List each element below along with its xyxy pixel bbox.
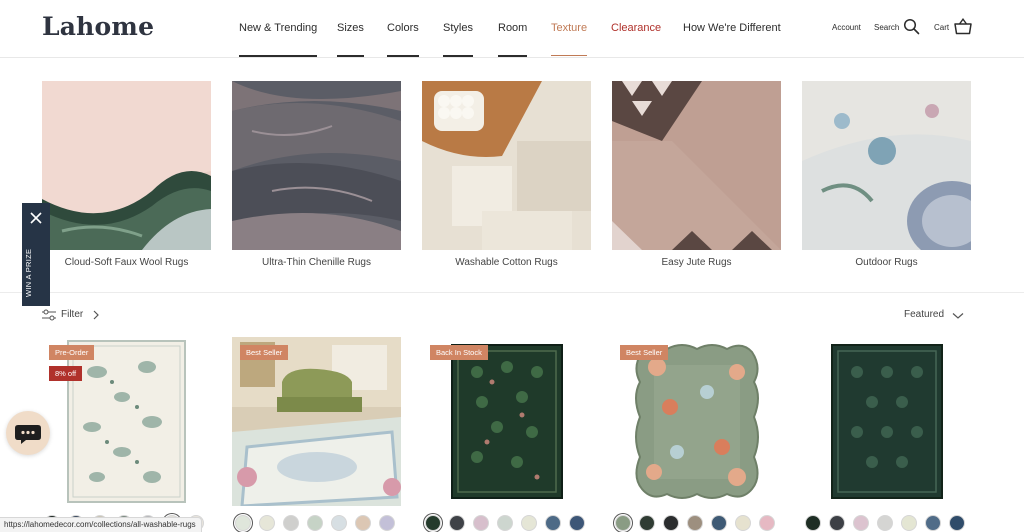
category-label: Cloud-Soft Faux Wool Rugs — [64, 257, 189, 268]
search-link[interactable]: Search — [874, 23, 899, 32]
product-badge: Best Seller — [620, 345, 669, 360]
color-swatch[interactable] — [949, 515, 965, 531]
filter-sliders-icon — [42, 309, 56, 321]
category-image-outdoor — [802, 81, 971, 250]
cart-icon[interactable] — [954, 18, 972, 35]
nav-sizes[interactable]: Sizes — [337, 22, 364, 57]
color-swatch[interactable] — [521, 515, 537, 531]
color-swatch[interactable] — [473, 515, 489, 531]
nav-underline — [337, 55, 364, 57]
color-swatch-selected[interactable] — [235, 515, 251, 531]
product-image — [612, 337, 781, 506]
color-swatch[interactable] — [639, 515, 655, 531]
color-swatch[interactable] — [805, 515, 821, 531]
account-link[interactable]: Account — [832, 23, 861, 32]
nav-underline — [498, 55, 528, 57]
color-swatch[interactable] — [711, 515, 727, 531]
nav-underline — [239, 55, 318, 57]
product-image — [802, 337, 971, 506]
nav-sizes-label: Sizes — [337, 22, 364, 34]
nav-colors-label: Colors — [387, 22, 419, 34]
nav-underline — [443, 55, 473, 57]
product-image — [422, 337, 591, 506]
color-swatch[interactable] — [925, 515, 941, 531]
search-icon[interactable] — [903, 18, 920, 35]
chat-bubble-icon — [15, 425, 41, 444]
chevron-down-icon — [952, 313, 964, 319]
product-image — [42, 337, 211, 506]
color-swatch[interactable] — [853, 515, 869, 531]
cart-link[interactable]: Cart — [934, 23, 949, 32]
color-swatch[interactable] — [545, 515, 561, 531]
nav-styles-label: Styles — [443, 22, 473, 34]
category-label: Ultra-Thin Chenille Rugs — [262, 257, 371, 268]
nav-clearance-label: Clearance — [611, 22, 662, 34]
color-swatch[interactable] — [307, 515, 323, 531]
category-card-faux-wool[interactable]: Cloud-Soft Faux Wool Rugs — [42, 81, 211, 268]
color-swatch[interactable] — [829, 515, 845, 531]
site-logo[interactable]: Lahome — [42, 12, 154, 41]
color-swatch[interactable] — [259, 515, 275, 531]
site-header: Lahome New & Trending Sizes Colors Style… — [0, 0, 1024, 58]
nav-underline — [387, 55, 419, 57]
nav-texture-label: Texture — [551, 22, 588, 34]
discount-badge: 8% off — [49, 366, 83, 381]
nav-clearance[interactable]: Clearance — [611, 22, 661, 34]
color-swatch[interactable] — [379, 515, 395, 531]
color-swatch[interactable] — [687, 515, 703, 531]
product-badge: Best Seller — [240, 345, 289, 360]
nav-colors[interactable]: Colors — [387, 22, 419, 57]
color-swatch[interactable] — [569, 515, 585, 531]
product-badge: Back In Stock — [430, 345, 488, 360]
nav-new-trending-label: New & Trending — [239, 22, 318, 34]
category-card-jute[interactable]: Easy Jute Rugs — [612, 81, 781, 268]
filter-label: Filter — [61, 309, 84, 320]
product-card[interactable]: Pre-Order 8% off — [42, 337, 211, 506]
color-swatch[interactable] — [735, 515, 751, 531]
color-swatch[interactable] — [877, 515, 893, 531]
product-badge: Pre-Order — [49, 345, 95, 360]
chevron-right-icon — [93, 310, 99, 320]
chat-launcher-button[interactable] — [6, 411, 50, 455]
category-label: Easy Jute Rugs — [661, 257, 732, 268]
category-image-cotton — [422, 81, 591, 250]
section-divider — [0, 292, 1024, 293]
category-image-faux-wool — [42, 81, 211, 250]
nav-texture[interactable]: Texture — [551, 22, 588, 56]
nav-styles[interactable]: Styles — [443, 22, 473, 57]
color-swatch-selected[interactable] — [425, 515, 441, 531]
nav-how-different[interactable]: How We're Different — [683, 22, 781, 34]
category-card-outdoor[interactable]: Outdoor Rugs — [802, 81, 971, 268]
color-swatch[interactable] — [663, 515, 679, 531]
nav-active-underline — [551, 55, 588, 56]
color-swatch-selected[interactable] — [615, 515, 631, 531]
category-image-jute — [612, 81, 781, 250]
color-swatch[interactable] — [901, 515, 917, 531]
close-icon[interactable] — [30, 212, 42, 224]
product-image — [232, 337, 401, 508]
nav-room-label: Room — [498, 22, 528, 34]
nav-new-trending[interactable]: New & Trending — [239, 22, 318, 57]
win-prize-tab[interactable]: WIN A PRIZE — [22, 203, 50, 306]
color-swatch[interactable] — [497, 515, 513, 531]
product-card[interactable]: Best Seller — [612, 337, 781, 506]
nav-room[interactable]: Room — [498, 22, 528, 57]
category-label: Outdoor Rugs — [855, 257, 918, 268]
nav-how-different-label: How We're Different — [683, 22, 781, 34]
product-card[interactable]: Best Seller — [232, 337, 401, 508]
color-swatch[interactable] — [283, 515, 299, 531]
product-card[interactable] — [802, 337, 971, 506]
category-card-cotton[interactable]: Washable Cotton Rugs — [422, 81, 591, 268]
color-swatch[interactable] — [759, 515, 775, 531]
color-swatch[interactable] — [449, 515, 465, 531]
win-prize-label: WIN A PRIZE — [24, 248, 33, 297]
color-swatch[interactable] — [331, 515, 347, 531]
color-swatch[interactable] — [355, 515, 371, 531]
product-card[interactable]: Back In Stock — [422, 337, 591, 506]
sort-label: Featured — [904, 309, 945, 320]
category-image-chenille — [232, 81, 401, 250]
category-label: Washable Cotton Rugs — [455, 257, 558, 268]
status-bar-url: https://lahomedecor.com/collections/all-… — [0, 517, 202, 532]
category-card-chenille[interactable]: Ultra-Thin Chenille Rugs — [232, 81, 401, 268]
